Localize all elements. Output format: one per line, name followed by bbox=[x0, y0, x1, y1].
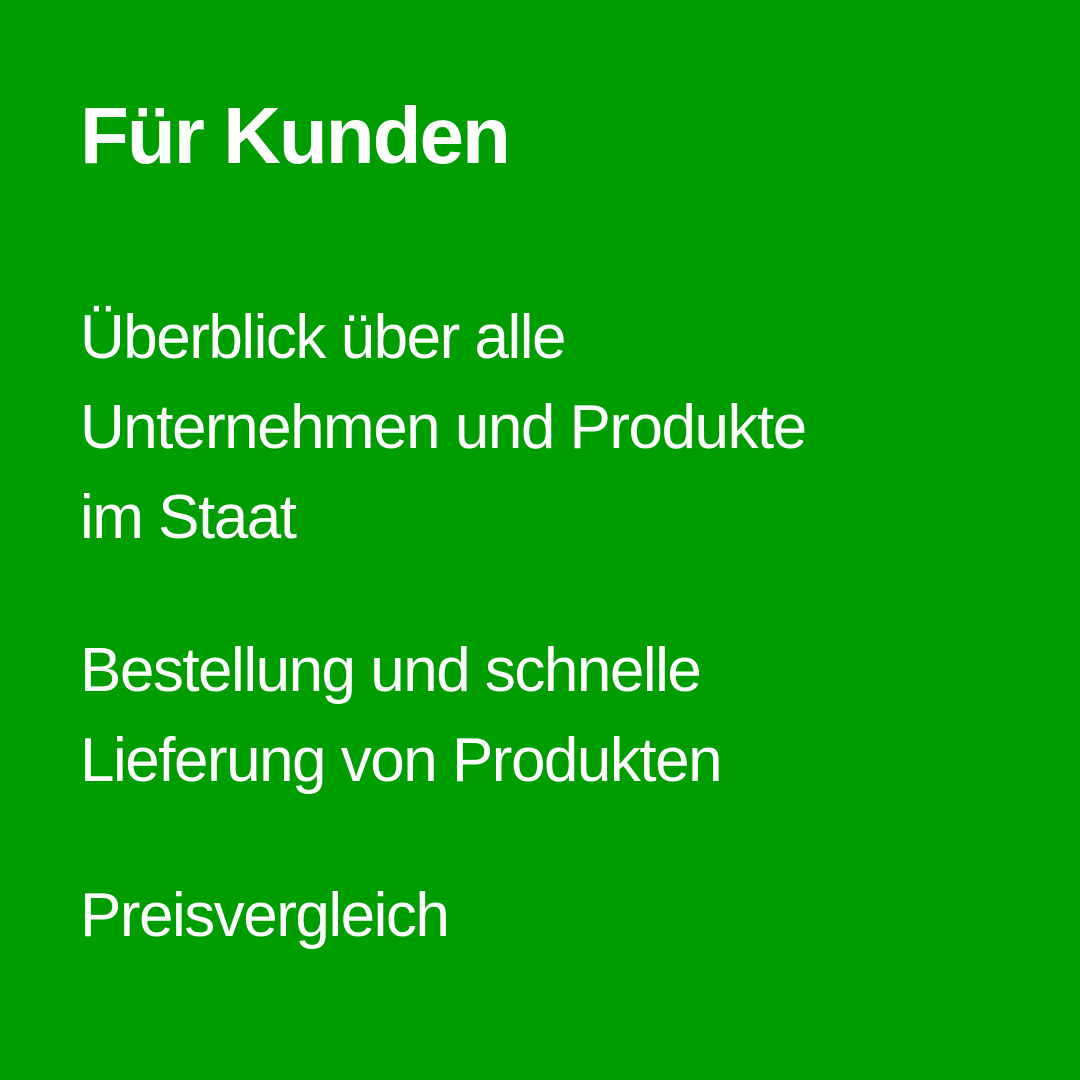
slide-title: Für Kunden bbox=[80, 91, 511, 180]
feature-overview-line: Unternehmen und Produkte bbox=[80, 393, 807, 462]
feature-ordering-line: Lieferung von Produkten bbox=[80, 726, 723, 795]
feature-price-comparison: Preisvergleich bbox=[80, 871, 450, 961]
slide: Für Kunden Überblick über alle Unternehm… bbox=[80, 0, 1040, 1080]
feature-price-comparison-line: Preisvergleich bbox=[80, 881, 450, 950]
feature-ordering-line: Bestellung und schnelle bbox=[80, 636, 702, 705]
feature-overview-line: Überblick über alle bbox=[80, 303, 566, 372]
feature-overview: Überblick über alle Unternehmen und Prod… bbox=[80, 293, 807, 563]
feature-overview-line: im Staat bbox=[80, 483, 297, 552]
feature-ordering-delivery: Bestellung und schnelle Lieferung von Pr… bbox=[80, 626, 723, 806]
